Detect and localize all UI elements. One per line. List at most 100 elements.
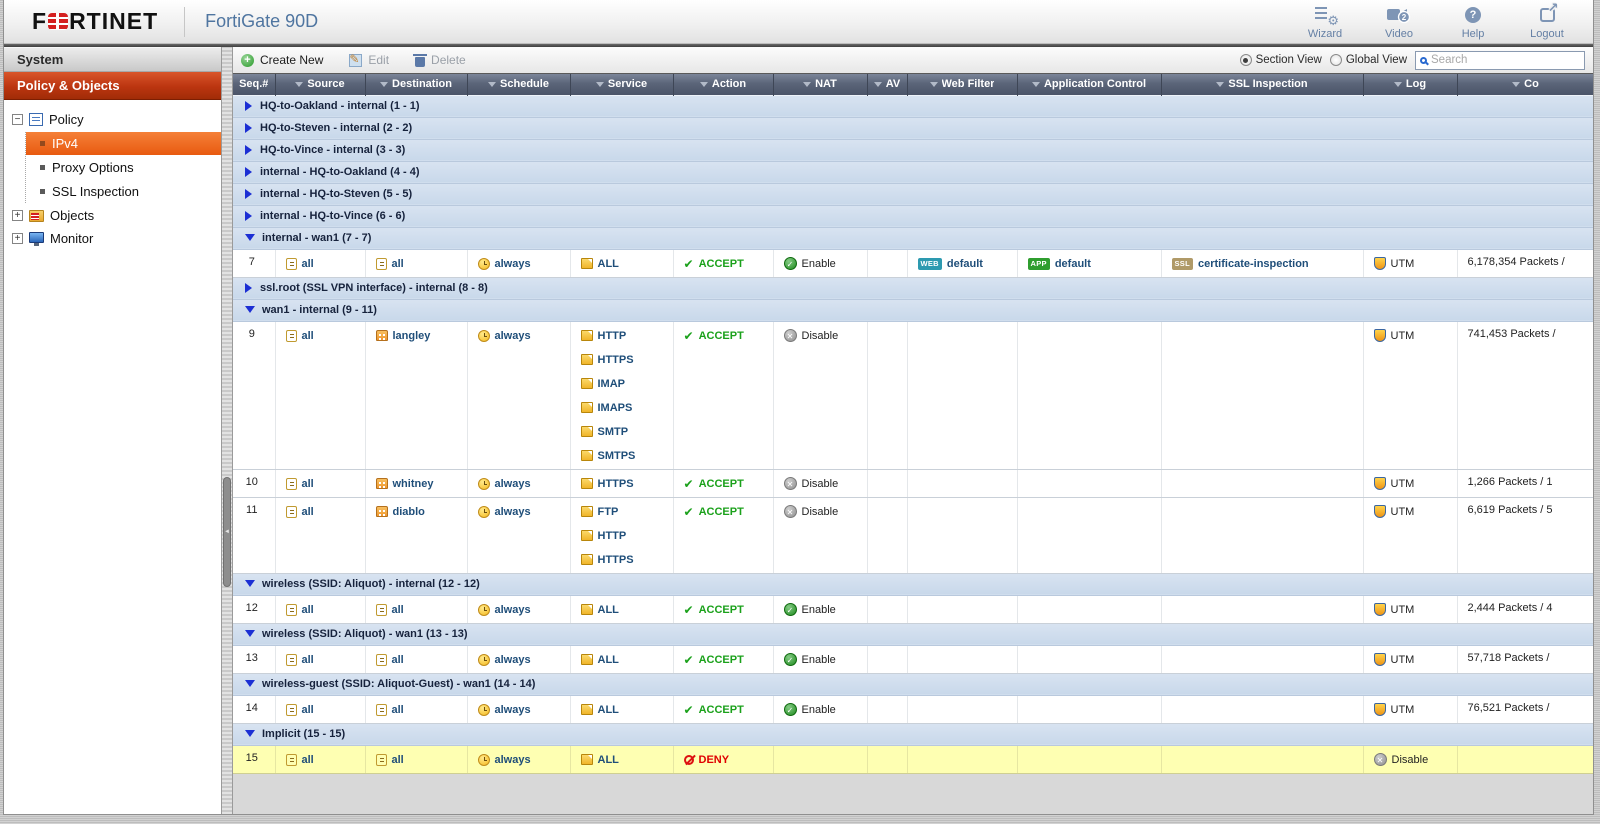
help-button[interactable]: Help [1449, 4, 1497, 40]
filter-funnel-icon[interactable] [380, 81, 389, 87]
cell-entry[interactable]: SMTP [580, 424, 669, 440]
cell-entry[interactable]: all [285, 328, 361, 344]
policy-group-cell[interactable]: internal - HQ-to-Vince (6 - 6) [233, 204, 1593, 228]
column-header-av[interactable]: AV [867, 74, 908, 95]
source-cell[interactable]: all [275, 249, 366, 278]
av-cell[interactable] [867, 695, 908, 724]
log-cell[interactable]: UTM [1363, 469, 1458, 498]
seq-cell[interactable]: 12 [233, 595, 276, 624]
expand-arrow-icon[interactable] [245, 166, 252, 177]
cell-entry[interactable]: ACCEPT [684, 602, 769, 618]
ssl-inspection-cell[interactable]: SSL certificate-inspection [1161, 249, 1364, 278]
cell-entry[interactable]: IMAPS [580, 400, 669, 416]
nat-cell[interactable]: Disable [773, 497, 868, 574]
service-cell[interactable]: FTP HTTP HTTPS [570, 497, 674, 574]
cell-entry[interactable]: Disable [1373, 752, 1453, 768]
policy-row-12[interactable]: 12 all all always ALL ACCEPT Enable UTM 2,444 Pa… [233, 595, 1593, 624]
log-cell[interactable]: Disable [1363, 745, 1458, 774]
cell-entry[interactable]: all [285, 602, 361, 618]
policy-group-row[interactable]: HQ-to-Vince - internal (3 - 3) [233, 138, 1593, 162]
log-cell[interactable]: UTM [1363, 497, 1458, 574]
cell-entry[interactable]: UTM [1373, 476, 1453, 492]
column-header-schedule[interactable]: Schedule [467, 74, 571, 95]
web-filter-cell[interactable] [907, 321, 1018, 470]
service-cell[interactable]: ALL [570, 249, 674, 278]
policy-group-row[interactable]: wan1 - internal (9 - 11) [233, 298, 1593, 322]
policy-group-cell[interactable]: internal - wan1 (7 - 7) [233, 226, 1593, 250]
policy-group-cell[interactable]: wireless (SSID: Aliquot) - internal (12 … [233, 572, 1593, 596]
column-header-application-control[interactable]: Application Control [1017, 74, 1162, 95]
source-cell[interactable]: all [275, 469, 366, 498]
av-cell[interactable] [867, 249, 908, 278]
policy-row-7[interactable]: 7allallalwaysALLACCEPTEnableWEBdefaultAP… [233, 249, 1593, 278]
seq-cell[interactable]: 11 [233, 497, 276, 574]
cell-entry[interactable]: Disable [783, 328, 863, 344]
application-control-cell[interactable]: APP default [1017, 249, 1162, 278]
policy-group-cell[interactable]: ssl.root (SSL VPN interface) - internal … [233, 276, 1593, 300]
filter-funnel-icon[interactable] [488, 81, 497, 87]
cell-entry[interactable]: Enable [783, 602, 863, 618]
collapse-box-icon[interactable] [12, 114, 23, 125]
expand-arrow-icon[interactable] [245, 188, 252, 199]
cell-entry[interactable]: always [477, 328, 566, 344]
action-cell[interactable]: ACCEPT [673, 695, 774, 724]
column-header-co[interactable]: Co [1457, 74, 1593, 95]
create-new-button[interactable]: Create New [241, 53, 323, 67]
destination-cell[interactable]: all [365, 645, 468, 674]
nat-cell[interactable]: Enable [773, 595, 868, 624]
application-control-cell[interactable] [1017, 745, 1162, 774]
cell-entry[interactable]: HTTPS [580, 552, 669, 568]
web-filter-cell[interactable]: WEB default [907, 249, 1018, 278]
expand-arrow-icon[interactable] [245, 210, 252, 221]
seq-cell[interactable]: 10 [233, 469, 276, 498]
filter-funnel-icon[interactable] [1031, 81, 1040, 87]
application-control-cell[interactable] [1017, 595, 1162, 624]
cell-entry[interactable]: all [375, 256, 463, 272]
policy-group-cell[interactable]: wireless (SSID: Aliquot) - wan1 (13 - 13… [233, 622, 1593, 646]
count-cell[interactable] [1457, 745, 1593, 774]
destination-cell[interactable]: all [365, 695, 468, 724]
expand-box-icon[interactable] [12, 210, 23, 221]
cell-entry[interactable]: Enable [783, 652, 863, 668]
source-cell[interactable]: all [275, 497, 366, 574]
video-button[interactable]: 2 Video [1375, 4, 1423, 40]
cell-entry[interactable]: all [285, 476, 361, 492]
application-control-cell[interactable] [1017, 497, 1162, 574]
cell-entry[interactable]: HTTPS [580, 476, 669, 492]
cell-entry[interactable]: HTTP [580, 528, 669, 544]
source-cell[interactable]: all [275, 695, 366, 724]
nat-cell[interactable]: Enable [773, 249, 868, 278]
column-header-nat[interactable]: NAT [773, 74, 868, 95]
tree-item-ssl-inspection[interactable]: SSL Inspection [26, 180, 221, 203]
action-cell[interactable]: ACCEPT [673, 595, 774, 624]
policy-group-row[interactable]: wireless (SSID: Aliquot) - internal (12 … [233, 572, 1593, 596]
destination-cell[interactable]: all [365, 249, 468, 278]
column-header-web-filter[interactable]: Web Filter [907, 74, 1018, 95]
cell-entry[interactable]: all [285, 504, 361, 520]
schedule-cell[interactable]: always [467, 595, 571, 624]
collapse-arrow-icon[interactable] [245, 306, 255, 314]
cell-entry[interactable]: UTM [1373, 504, 1453, 520]
cell-entry[interactable]: always [477, 476, 566, 492]
policy-group-cell[interactable]: HQ-to-Steven - internal (2 - 2) [233, 116, 1593, 140]
cell-entry[interactable]: ACCEPT [684, 256, 769, 272]
destination-cell[interactable]: all [365, 595, 468, 624]
cell-entry[interactable]: ACCEPT [684, 702, 769, 718]
tree-node-objects[interactable]: Objects [12, 204, 221, 227]
web-filter-cell[interactable] [907, 695, 1018, 724]
tree-item-ipv4[interactable]: IPv4 [26, 132, 221, 155]
cell-entry[interactable]: ALL [580, 702, 669, 718]
sidebar-section-system[interactable]: System [4, 47, 221, 72]
collapse-arrow-icon[interactable] [245, 730, 255, 738]
section-view-radio[interactable]: Section View [1239, 54, 1322, 66]
log-cell[interactable]: UTM [1363, 645, 1458, 674]
cell-entry[interactable]: ACCEPT [684, 652, 769, 668]
av-cell[interactable] [867, 321, 908, 470]
cell-entry[interactable]: always [477, 652, 566, 668]
cell-entry[interactable]: Enable [783, 256, 863, 272]
column-header-service[interactable]: Service [570, 74, 674, 95]
count-cell[interactable]: 6,619 Packets / 5 [1457, 497, 1593, 574]
delete-button[interactable]: Delete [413, 53, 466, 67]
schedule-cell[interactable]: always [467, 695, 571, 724]
log-cell[interactable]: UTM [1363, 595, 1458, 624]
